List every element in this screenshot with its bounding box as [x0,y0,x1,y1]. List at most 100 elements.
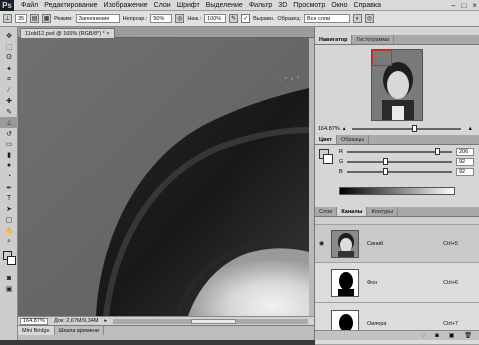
navigator-zoom-slider[interactable] [352,124,461,132]
slider-thumb-r[interactable] [435,148,441,155]
flow-field[interactable]: 100% [204,14,227,23]
zoom-field[interactable]: 164.87% [20,317,48,325]
slider-thumb-g[interactable] [382,158,388,165]
stamp-tool-icon[interactable]: ⊥ [3,14,12,23]
tab-navigator[interactable]: Навигатор [315,35,353,44]
shape-icon[interactable]: ▢ [0,215,18,226]
tab-close-icon[interactable]: × [106,31,109,37]
channel-shortcut: Ctrl+5 [443,240,458,247]
menu-filter[interactable]: Фильтр [246,2,276,9]
ignore-adjustment-icon[interactable]: ◐ [353,14,363,23]
pressure-size-icon[interactable]: ◎ [365,14,375,23]
airbrush-icon[interactable]: ✎ [229,14,239,23]
zoom-icon[interactable]: ⌕ [0,236,18,247]
text-icon[interactable]: T [0,193,18,204]
aligned-checkbox[interactable]: ✓ [241,14,251,23]
color-ramp[interactable] [339,187,455,195]
new-channel-icon[interactable]: ▣ [449,332,455,339]
gradient-icon[interactable]: ▮ [0,150,18,161]
eye-icon[interactable]: ◉ [319,240,324,247]
mode-select[interactable]: Заполнение [75,14,120,23]
history-brush-icon[interactable]: ↺ [0,128,18,139]
navigator-view-box[interactable] [372,50,392,66]
menu-view[interactable]: Просмотр [290,2,328,9]
lasso-icon[interactable]: ʘ [0,53,18,64]
stamp-icon[interactable]: ⊥ [0,117,18,129]
document-tab[interactable]: 11old12.psd @ 165% (RGB/8*) * × [20,28,115,38]
move-icon[interactable]: ✥ [0,31,18,42]
brush-panel-icon[interactable]: ▤ [30,14,40,23]
channels-list: ◉ Синий Ctrl+5 Фон Ctrl+6 Овлера Ctrl+7 [315,217,479,345]
menu-3d[interactable]: 3D [275,2,290,9]
color-value-r[interactable]: 206 [456,148,474,156]
magic-wand-icon[interactable]: ✦ [0,63,18,74]
status-arrow-icon[interactable]: ▸ [104,318,107,324]
blur-icon[interactable]: ● [0,161,18,172]
crop-icon[interactable]: ⌗ [0,74,18,85]
menu-select[interactable]: Выделение [203,2,246,9]
close-icon[interactable]: × [472,1,477,10]
zoom-in-icon[interactable]: ▲ [468,126,473,132]
scroll-thumb[interactable] [191,318,237,324]
delete-channel-icon[interactable]: 🗑 [464,332,472,339]
navigator-thumbnail[interactable] [371,49,423,121]
marquee-icon[interactable]: ⬚ [0,42,18,53]
tab-mini-bridge[interactable]: Mini Bridge [18,326,55,335]
screen-mode-icon[interactable]: ▣ [0,284,18,295]
tab-histogram[interactable]: Гистограмма [352,35,395,44]
tab-swatches[interactable]: Образцы [337,135,370,144]
tab-channels[interactable]: Каналы [337,207,368,216]
channel-thumbnail [331,268,359,297]
menu-type[interactable]: Шрифт [174,2,203,9]
color-label-g: G [339,159,344,165]
layers-tabs: Слои Каналы Контуры [315,207,479,217]
pressure-opacity-icon[interactable]: ◎ [175,14,185,23]
quick-mask-icon[interactable]: ◙ [0,273,18,284]
menu-layers[interactable]: Слои [151,2,174,9]
color-sliders: R 206 G 92 B 92 [339,147,474,177]
slider-track-g[interactable] [347,158,452,165]
maximize-icon[interactable]: □ [461,1,466,10]
minimize-icon[interactable]: – [451,1,455,10]
save-selection-icon[interactable]: ◙ [435,333,439,339]
navigator-zoom-row: 164.87% ▴ ▲ [315,124,479,133]
brush-size-picker[interactable]: 35 [15,14,28,23]
menu-window[interactable]: Окно [328,2,350,9]
brush-icon[interactable]: ✎ [0,107,18,118]
color-bg-swatch[interactable] [323,154,333,164]
healing-icon[interactable]: ✚ [0,96,18,107]
menu-help[interactable]: Справка [351,2,384,9]
zoom-out-icon[interactable]: ▴ [343,126,346,132]
pen-icon[interactable]: ✒ [0,182,18,193]
slider-thumb-b[interactable] [382,168,388,175]
tab-color[interactable]: Цвет [315,135,338,144]
document-canvas[interactable] [18,38,309,316]
eyedropper-icon[interactable]: ∕ [0,85,18,96]
channel-row[interactable]: Фон Ctrl+6 [315,263,479,303]
slider-track-r[interactable] [347,148,452,155]
menu-edit[interactable]: Редактирование [41,2,100,9]
window-controls: – □ × [451,0,477,11]
sample-select[interactable]: Все слои [304,14,351,23]
menu-file[interactable]: Файл [18,2,41,9]
color-panel: R 206 G 92 B 92 [315,145,479,187]
tab-timeline[interactable]: Шкала времени [55,326,104,335]
opacity-field[interactable]: 50% [150,14,173,23]
eraser-icon[interactable]: ▭ [0,139,18,150]
tab-layers[interactable]: Слои [315,207,338,216]
navigator-zoom-thumb[interactable] [411,124,417,132]
load-selection-icon[interactable]: ◌ [422,333,426,339]
menu-image[interactable]: Изображение [101,2,151,9]
slider-track-b[interactable] [347,168,452,175]
color-value-b[interactable]: 92 [456,168,474,176]
background-color[interactable] [7,255,16,265]
dodge-icon[interactable]: ◔ [0,171,18,182]
color-value-g[interactable]: 92 [456,158,474,166]
hand-icon[interactable]: ✋ [0,225,18,236]
channel-row[interactable]: ◉ Синий Ctrl+5 [315,225,479,263]
clone-source-icon[interactable]: ▦ [42,14,52,23]
path-select-icon[interactable]: ➤ [0,204,18,215]
mode-label: Режим: [54,15,73,22]
tab-paths[interactable]: Контуры [367,207,399,216]
canvas-horizontal-scrollbar[interactable] [113,318,308,324]
